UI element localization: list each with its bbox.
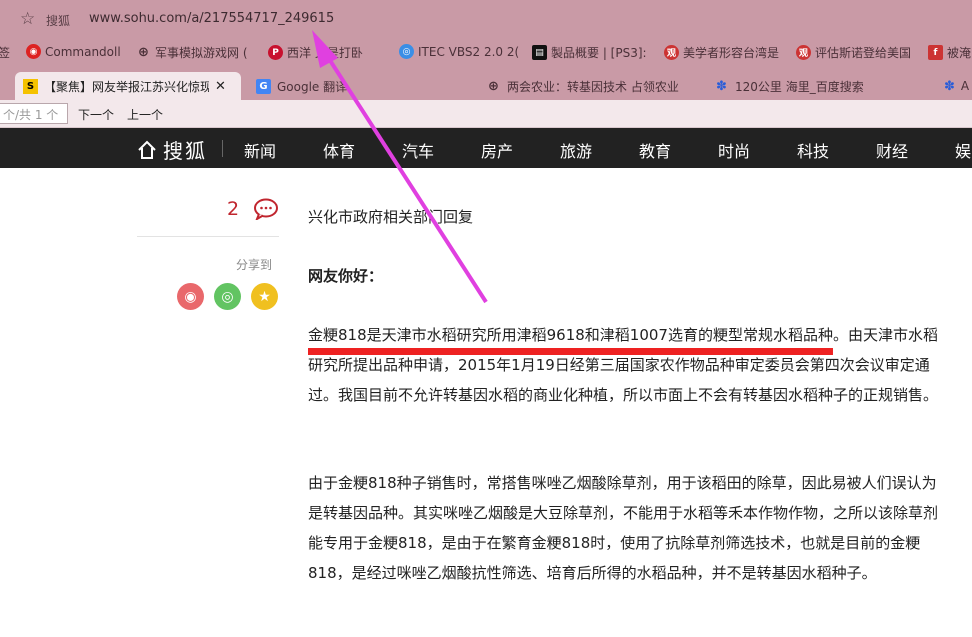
bookmark-item[interactable]: ◉ Commandoll: [26, 44, 121, 59]
sega-icon: ▤: [532, 45, 547, 60]
tab-lianghui[interactable]: ⊕ 两会农业：转基因技术 占领农业: [478, 72, 702, 100]
bookmark-star-icon[interactable]: ☆: [20, 9, 35, 29]
article-paragraph: 兴化市政府相关部门回复: [308, 208, 474, 226]
bookmark-item[interactable]: ⊕ 军事模拟游戏网 (: [136, 44, 247, 61]
nav-item-sports[interactable]: 体育: [323, 138, 355, 162]
google-translate-icon: G: [256, 78, 271, 94]
bookmark-item[interactable]: f 被淹: [928, 44, 971, 61]
news-icon: 观: [796, 45, 811, 60]
bookmark-item[interactable]: 签: [0, 44, 10, 61]
share-label: 分享到: [236, 258, 273, 272]
article-greeting: 网友你好：: [308, 267, 384, 285]
find-input[interactable]: 个/共 1 个: [0, 103, 68, 124]
comment-count[interactable]: 2: [227, 198, 239, 220]
nav-item-education[interactable]: 教育: [639, 138, 671, 162]
tab-google-translate[interactable]: G Google 翻译: [248, 72, 474, 100]
nav-item-news[interactable]: 新闻: [244, 138, 276, 162]
sidebar-divider: [137, 236, 279, 237]
nav-item-tech[interactable]: 科技: [797, 138, 829, 162]
sohu-logo[interactable]: 搜狐: [137, 135, 207, 164]
logo-divider: [222, 140, 223, 157]
wechat-share-icon[interactable]: ◎: [214, 283, 241, 310]
sohu-icon: S: [23, 78, 38, 94]
article-paragraph: 金粳818是天津市水稻研究所用津稻9618和津稻1007选育的粳型常规水稻品种。…: [308, 320, 948, 410]
site-nav: 搜狐 新闻 体育 汽车 房产 旅游 教育 时尚 科技 财经 娱: [0, 128, 972, 168]
pinterest-icon: P: [268, 45, 283, 60]
home-icon: [138, 140, 156, 159]
tab-partial[interactable]: ✽ A: [936, 72, 972, 100]
bookmark-item[interactable]: ▤ 製品概要 | [PS3]:: [532, 44, 647, 61]
address-bar[interactable]: ☆ 搜狐 www.sohu.com/a/217554717_249615: [0, 0, 972, 38]
site-label: 搜狐: [46, 14, 71, 28]
news-icon: f: [928, 45, 943, 60]
news-icon: 观: [664, 45, 679, 60]
close-icon[interactable]: ✕: [215, 79, 226, 94]
find-next-button[interactable]: 下一个: [78, 106, 114, 123]
nav-item-finance[interactable]: 财经: [876, 138, 908, 162]
bookmark-item[interactable]: ◎ ITEC VBS2 2.0 2(: [399, 44, 519, 59]
nav-item-fashion[interactable]: 时尚: [718, 138, 750, 162]
bookmarks-bar: 签 ◉ Commandoll ⊕ 军事模拟游戏网 ( P 西洋 又是打卧 ◎ ITEC …: [0, 38, 972, 68]
baidu-paw-icon: ✽: [716, 78, 727, 94]
globe-icon: ⊕: [488, 78, 499, 94]
nav-item-entertainment[interactable]: 娱: [955, 138, 971, 162]
bookmark-item[interactable]: 观评估斯诺登给美国: [796, 44, 911, 61]
weibo-share-icon[interactable]: ◉: [177, 283, 204, 310]
itec-icon: ◎: [399, 44, 414, 59]
nav-item-travel[interactable]: 旅游: [560, 138, 592, 162]
favorite-share-icon[interactable]: ★: [251, 283, 278, 310]
globe-icon: ⊕: [138, 45, 149, 60]
tab-strip: S 【聚焦】网友举报江苏兴化惊现 ✕ G Google 翻译 ⊕ 两会农业：转基…: [0, 68, 972, 100]
find-bar: 个/共 1 个 下一个 上一个: [0, 100, 972, 128]
find-prev-button[interactable]: 上一个: [127, 106, 163, 123]
tab-baidu-search[interactable]: ✽ 120公里 海里_百度搜索: [706, 72, 930, 100]
weibo-icon: ◉: [26, 44, 41, 59]
article-paragraph: 由于金粳818种子销售时，常搭售咪唑乙烟酸除草剂，用于该稻田的除草，因此易被人们…: [308, 474, 939, 582]
bookmark-item[interactable]: 观美学者形容台湾是: [664, 44, 779, 61]
comment-icon[interactable]: [253, 198, 279, 220]
nav-item-auto[interactable]: 汽车: [402, 138, 434, 162]
bookmark-item[interactable]: P 西洋 又是打卧: [268, 44, 363, 61]
nav-item-house[interactable]: 房产: [481, 138, 513, 162]
url-text[interactable]: www.sohu.com/a/217554717_249615: [89, 11, 334, 26]
tab-active[interactable]: S 【聚焦】网友举报江苏兴化惊现 ✕: [15, 72, 241, 100]
highlighted-text: 金粳818是天津市水稻研究所用津稻9618和津稻1007选育的粳型常规水稻品种: [308, 326, 833, 344]
baidu-paw-icon: ✽: [944, 78, 955, 94]
